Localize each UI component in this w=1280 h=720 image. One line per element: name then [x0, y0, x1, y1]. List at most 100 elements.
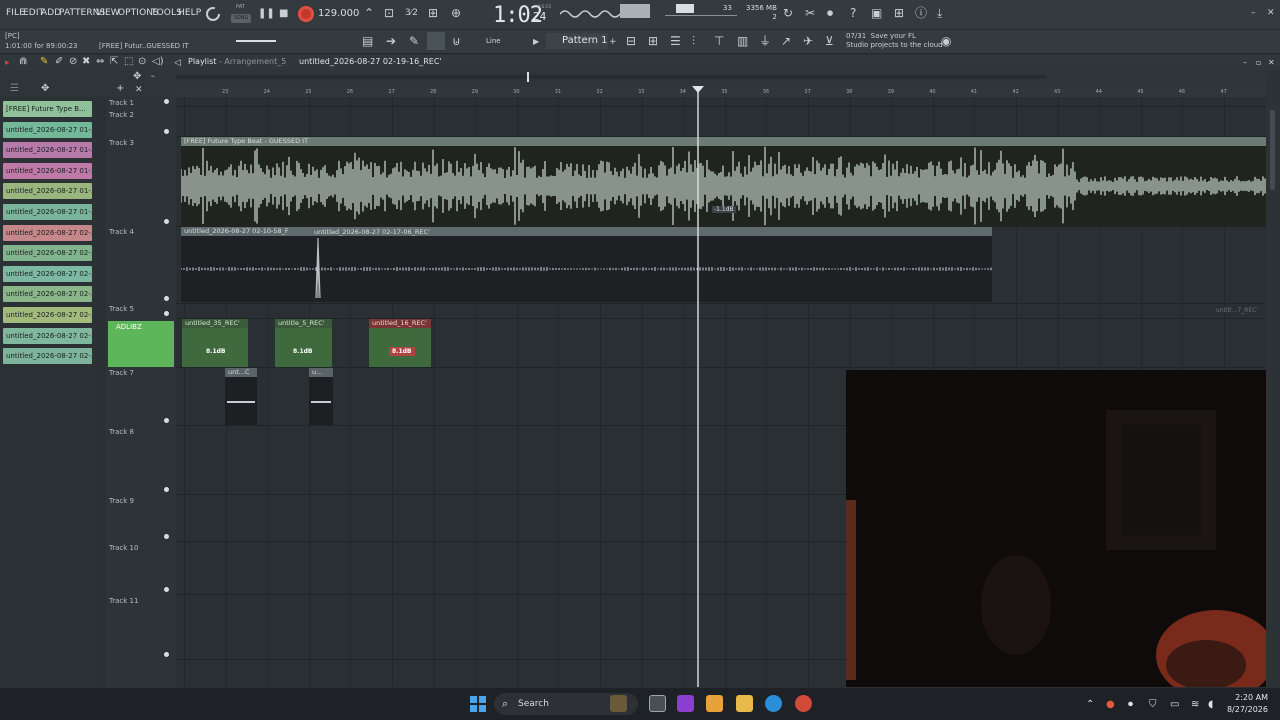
picker-add-icon[interactable]: ✥: [41, 83, 49, 95]
track-mute-dot[interactable]: [164, 487, 169, 492]
browser-icon[interactable]: ▤: [362, 35, 373, 47]
track-header-adlibz[interactable]: ADLIBZ: [108, 321, 174, 367]
picker-item[interactable]: untitled_2026-08-27 02-...: [3, 307, 92, 323]
select-tool-icon[interactable]: ⬚: [124, 56, 133, 68]
magnet-icon[interactable]: ⊍: [452, 35, 461, 47]
track-mute-dot[interactable]: [164, 219, 169, 224]
playlist-icon[interactable]: ⊟: [626, 35, 636, 47]
plugin-icon[interactable]: ⊞: [894, 7, 904, 19]
tray-app-icon[interactable]: ●: [1106, 699, 1115, 710]
file-explorer-icon[interactable]: [736, 695, 753, 712]
loop-record-icon[interactable]: ⊕: [451, 7, 461, 19]
track-lane[interactable]: [176, 304, 1266, 319]
menu-view[interactable]: VIEW: [96, 8, 120, 18]
tempo-tap-icon[interactable]: ↗: [781, 35, 791, 47]
close-track-icon[interactable]: ✕: [135, 84, 143, 96]
tempo-display[interactable]: 129.000: [318, 8, 359, 19]
track-name[interactable]: Track 11: [109, 597, 138, 605]
picker-item[interactable]: untitled_2026-08-27 02-...: [3, 327, 92, 344]
track-mute-dot[interactable]: [164, 99, 169, 104]
vertical-scrollbar[interactable]: [1266, 70, 1280, 687]
track-name[interactable]: Track 10: [109, 544, 138, 552]
tray-chevron-icon[interactable]: ⌃: [1086, 699, 1094, 710]
download-icon[interactable]: ⤓: [937, 7, 942, 19]
edge-icon[interactable]: [765, 695, 782, 712]
master-pitch-slider[interactable]: [676, 4, 694, 13]
add-track-icon[interactable]: +: [116, 83, 124, 95]
snap-select[interactable]: Line: [486, 37, 501, 45]
beat-clip[interactable]: [FREE] Future Type Beat - GUESSED IT: [181, 137, 1266, 227]
cloud-icon[interactable]: ◉: [941, 35, 951, 47]
tray-mic-icon[interactable]: ⏺: [1128, 699, 1133, 710]
picker-item[interactable]: [FREE] Future Type B...: [3, 101, 92, 117]
track-name[interactable]: Track 7: [109, 369, 134, 377]
pencil-icon[interactable]: ✎: [409, 35, 419, 47]
move-icon[interactable]: ✥: [133, 71, 141, 83]
horizontal-scrollbar[interactable]: [176, 75, 1046, 79]
cart-icon[interactable]: ⊻: [825, 35, 834, 47]
slip-tool-icon[interactable]: ⇔: [96, 56, 104, 68]
playlist-arrow-icon[interactable]: ◁: [174, 57, 181, 69]
track-mute-dot[interactable]: [164, 534, 169, 539]
picker-item[interactable]: untitled_2026-08-27 02-...: [3, 265, 92, 282]
timeline-ruler[interactable]: 23 24 25 26 27 28 29 30 31 32 33 34 35 36 37 38 39 40 41 42…: [176, 86, 1266, 97]
cut-icon[interactable]: ✂: [805, 7, 815, 19]
vocal-clip[interactable]: untitled_2026-08-27 02-10-58_F: [181, 227, 992, 302]
picker-menu-icon[interactable]: ☰: [10, 83, 19, 95]
track7-clip-2[interactable]: u...: [309, 368, 333, 425]
picker-item[interactable]: untitled_2026-08-27 02-...: [3, 245, 92, 262]
song-mode-button[interactable]: SONG: [231, 14, 251, 23]
track-mute-dot[interactable]: [164, 418, 169, 423]
track-lane[interactable]: [176, 319, 1266, 368]
pause-icon[interactable]: ❚❚: [258, 8, 275, 20]
close-icon[interactable]: ✕: [1267, 7, 1275, 19]
track-name[interactable]: Track 3: [109, 139, 134, 147]
track-mute-dot[interactable]: [164, 311, 169, 316]
refresh-icon[interactable]: [204, 5, 222, 23]
track-name[interactable]: Track 8: [109, 428, 134, 436]
clipboard-icon[interactable]: ▥: [737, 35, 748, 47]
picker-item[interactable]: untitled_2026-08-27 02-...: [3, 224, 92, 241]
track-name[interactable]: Track 4: [109, 228, 134, 236]
mic-icon[interactable]: ⏺: [827, 7, 833, 19]
playlist-maximize-icon[interactable]: ▫: [1256, 57, 1261, 69]
track-mute-dot[interactable]: [164, 296, 169, 301]
draw-tool-icon[interactable]: ✎: [40, 56, 48, 68]
taskbar-clock-date[interactable]: 8/27/2026: [1216, 705, 1268, 714]
playlist-close-icon[interactable]: ✕: [1268, 57, 1275, 69]
adlib-clip-2[interactable]: untitle_5_REC' 8.1dB: [275, 319, 332, 367]
zoom-tool-icon[interactable]: ⊙: [138, 56, 146, 68]
picker-item[interactable]: untitled_2026-08-27 01-...: [3, 183, 92, 200]
paint-tool-icon[interactable]: ✐: [55, 56, 63, 68]
volume-icon[interactable]: ◖: [1208, 699, 1213, 710]
vertical-scroll-thumb[interactable]: [1270, 110, 1275, 190]
picker-item[interactable]: untitled_2026-08-27 01-...: [3, 142, 92, 159]
play-arrow-icon[interactable]: ▸: [5, 57, 10, 69]
copilot-icon[interactable]: [677, 695, 694, 712]
record-button[interactable]: [298, 6, 314, 22]
tree-icon[interactable]: ⊤: [714, 35, 724, 47]
pattern-selector[interactable]: Pattern 1: [562, 35, 608, 46]
tune-icon[interactable]: ✈: [803, 35, 813, 47]
windows-start-icon[interactable]: [470, 696, 486, 712]
tray-shield-icon[interactable]: ⛉: [1149, 699, 1157, 710]
task-view-icon[interactable]: [649, 695, 666, 712]
master-volume-slider[interactable]: [236, 40, 276, 42]
countdown-icon[interactable]: 3⁄2: [405, 7, 418, 19]
playback-tool-icon[interactable]: ◁): [152, 56, 164, 68]
arrangement-name[interactable]: Arrangement_5: [224, 57, 286, 66]
plug-icon[interactable]: ⏚: [759, 35, 771, 47]
track-lane[interactable]: [176, 107, 1266, 137]
delete-tool-icon[interactable]: ⊘: [69, 56, 77, 68]
arrow-icon[interactable]: ➔: [386, 35, 396, 47]
magnet-tool-icon[interactable]: ⋒: [19, 56, 27, 68]
track-name[interactable]: Track 9: [109, 497, 134, 505]
picker-item[interactable]: untitled_2026-08-27 01-...: [3, 162, 92, 179]
adlib-clip-3[interactable]: untitled_16_REC' 8.1dB: [369, 319, 431, 367]
adlib-clip-1[interactable]: untitled_35_REC' 8.1dB: [182, 319, 248, 367]
playhead-marker[interactable]: [692, 86, 704, 93]
add-pattern-icon[interactable]: +: [609, 36, 617, 48]
info-icon[interactable]: ⓘ: [915, 7, 927, 19]
track-name[interactable]: Track 2: [109, 111, 134, 119]
scroll-handle[interactable]: [527, 72, 529, 82]
